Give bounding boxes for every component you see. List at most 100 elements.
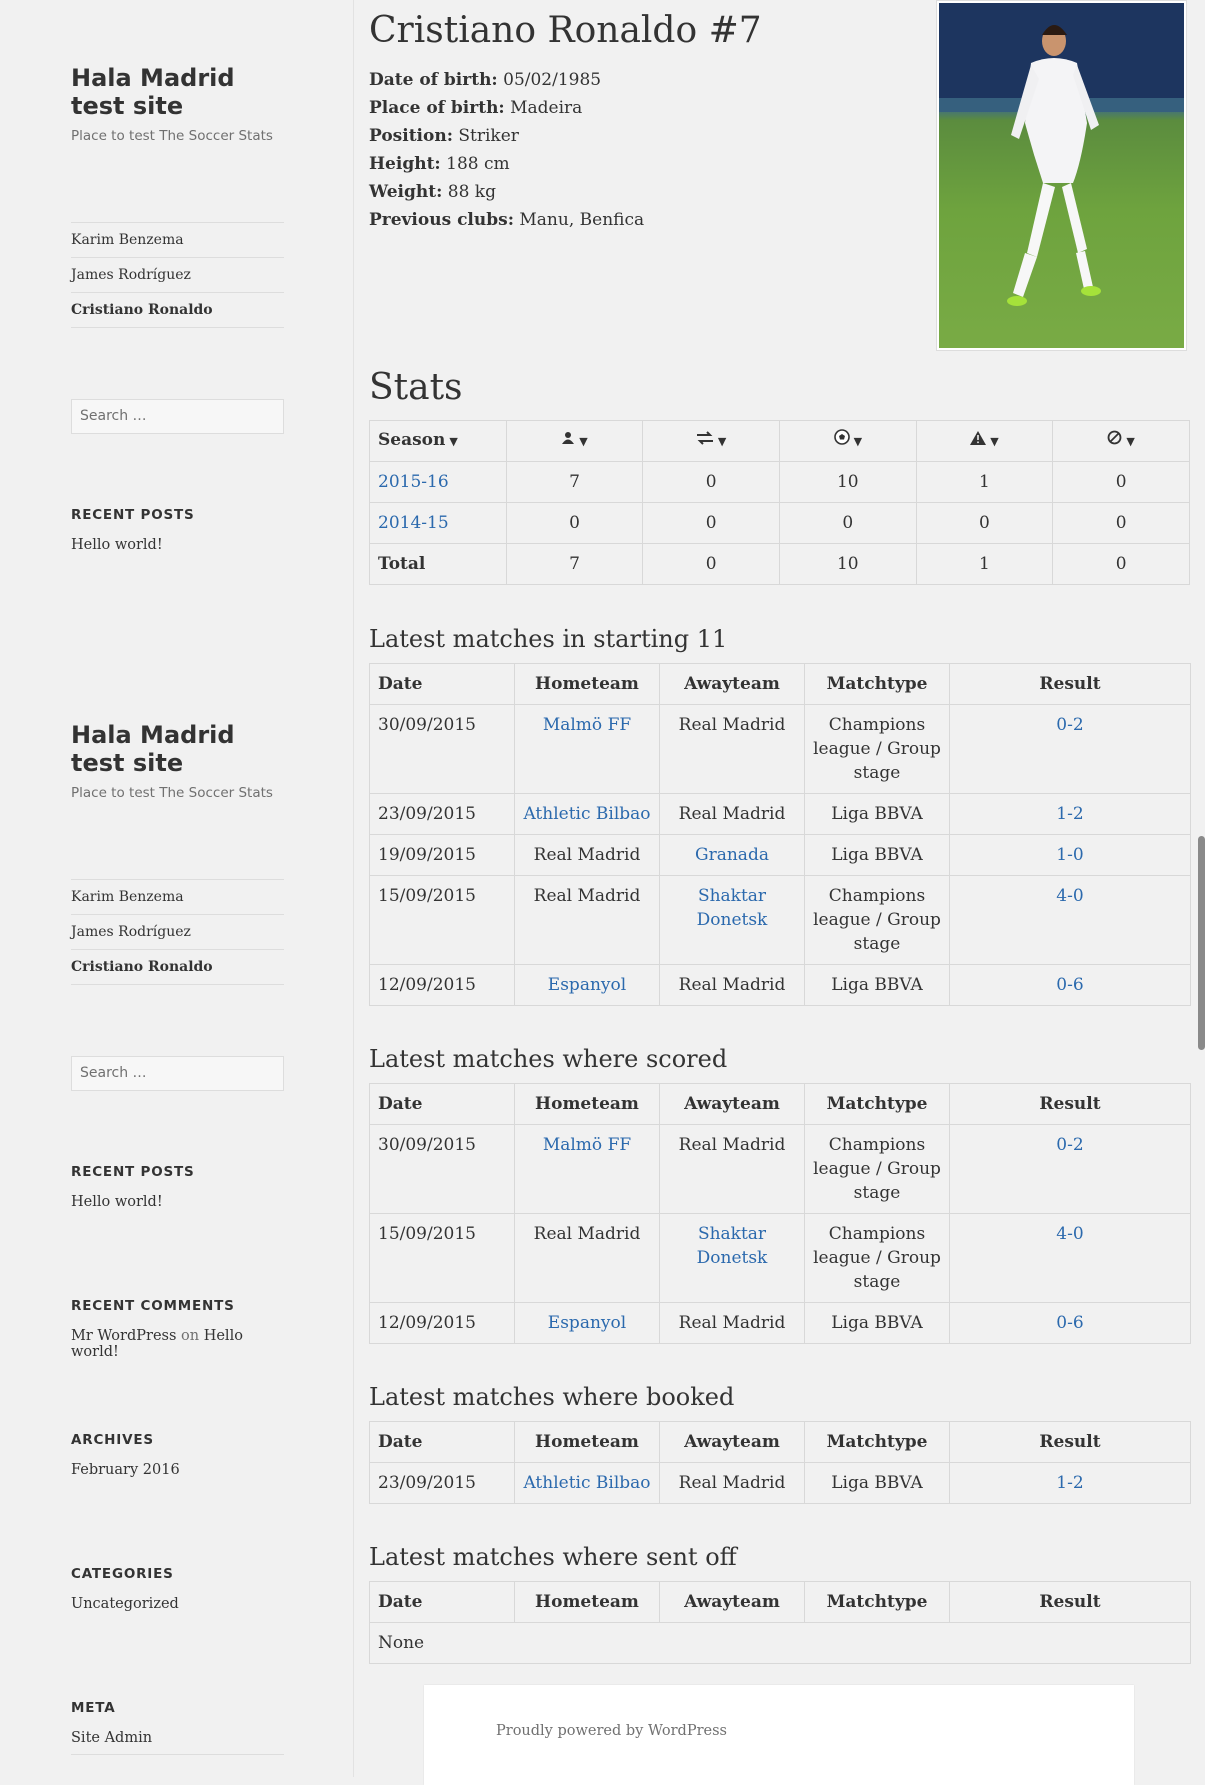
widget-title: META	[71, 1700, 116, 1716]
matchtype-cell: Champions league / Group stage	[804, 1124, 950, 1214]
result-link[interactable]: 1-2	[1056, 1473, 1083, 1493]
nav-item-karim-benzema[interactable]: Karim Benzema	[71, 880, 284, 915]
site-title[interactable]: Hala Madrid test site	[71, 721, 284, 777]
bookings-header[interactable]: ▼	[915, 420, 1054, 462]
match-row: 23/09/2015 Athletic Bilbao Real Madrid Liga…	[369, 793, 1191, 835]
awayteam-text: Real Madrid	[678, 715, 786, 735]
hometeam-cell[interactable]: Espanyol	[514, 1302, 660, 1344]
hometeam-header: Hometeam	[514, 1421, 660, 1463]
date-text: 19/09/2015	[378, 845, 476, 865]
result-cell[interactable]: 0-6	[949, 964, 1191, 1006]
date-text: 12/09/2015	[378, 975, 476, 995]
hometeam-link[interactable]: Espanyol	[548, 975, 626, 995]
hometeam-cell[interactable]: Malmö FF	[514, 704, 660, 794]
result-cell[interactable]: 0-2	[949, 704, 1191, 794]
result-cell[interactable]: 0-6	[949, 1302, 1191, 1344]
match-row: 15/09/2015 Real Madrid Shaktar Donetsk Cham…	[369, 875, 1191, 965]
result-cell[interactable]: 0-2	[949, 1124, 1191, 1214]
search-input[interactable]: Search …	[71, 1056, 284, 1091]
stat-value: 10	[778, 461, 917, 503]
match-row: 30/09/2015 Malmö FF Real Madrid Champions l…	[369, 704, 1191, 794]
category-link[interactable]: Uncategorized	[71, 1596, 284, 1612]
exchange-icon	[696, 431, 713, 445]
recent-post-link[interactable]: Hello world!	[71, 537, 284, 553]
result-link[interactable]: 0-6	[1056, 1313, 1083, 1333]
nav-item-karim-benzema[interactable]: Karim Benzema	[71, 223, 284, 258]
hometeam-link[interactable]: Espanyol	[548, 1313, 626, 1333]
info-row: Previous clubs: Manu, Benfica	[369, 206, 644, 234]
hometeam-cell[interactable]: Malmö FF	[514, 1124, 660, 1214]
empty-text: None	[369, 1622, 1191, 1664]
nav-item-cristiano-ronaldo[interactable]: Cristiano Ronaldo	[71, 950, 284, 985]
archive-link[interactable]: February 2016	[71, 1462, 284, 1478]
matchtype-text: Champions league / Group stage	[813, 1224, 941, 1292]
nav-item-james-rodriguez[interactable]: James Rodríguez	[71, 915, 284, 950]
substitutions-header[interactable]: ▼	[642, 420, 780, 462]
recent-comment: Mr WordPress on Hello world!	[71, 1328, 284, 1360]
site-branding: Hala Madrid test site Place to test The …	[71, 64, 284, 144]
player-nav: Karim Benzema James Rodríguez Cristiano …	[71, 879, 284, 985]
scrollbar-thumb[interactable]	[1198, 836, 1205, 1050]
recent-post-link[interactable]: Hello world!	[71, 1194, 284, 1210]
awayteam-text: Real Madrid	[678, 1135, 786, 1155]
powered-by-link[interactable]: Proudly powered by WordPress	[496, 1723, 727, 1739]
result-cell[interactable]: 1-2	[949, 1462, 1191, 1504]
season-cell[interactable]: 2014-15	[369, 502, 507, 544]
result-link[interactable]: 4-0	[1056, 1224, 1083, 1244]
result-link[interactable]: 0-2	[1056, 715, 1083, 735]
result-link[interactable]: 1-2	[1056, 804, 1083, 824]
result-link[interactable]: 1-0	[1056, 845, 1083, 865]
result-link[interactable]: 4-0	[1056, 886, 1083, 906]
season-header[interactable]: Season ▼	[369, 420, 507, 462]
hometeam-link[interactable]: Athletic Bilbao	[523, 804, 650, 824]
comment-author-link[interactable]: Mr WordPress	[71, 1328, 176, 1344]
search-input[interactable]: Search …	[71, 399, 284, 434]
stat-value: 0	[642, 543, 780, 585]
nav-item-cristiano-ronaldo[interactable]: Cristiano Ronaldo	[71, 293, 284, 328]
stat-value: 0	[915, 502, 1054, 544]
season-cell[interactable]: 2015-16	[369, 461, 507, 503]
result-cell[interactable]: 1-0	[949, 834, 1191, 876]
stat-value: 0	[1052, 461, 1190, 503]
awayteam-cell[interactable]: Shaktar Donetsk	[659, 1213, 805, 1303]
date-cell: 19/09/2015	[369, 834, 515, 876]
red-cards-header[interactable]: ▼	[1052, 420, 1190, 462]
awayteam-header: Awayteam	[659, 663, 805, 705]
site-title[interactable]: Hala Madrid test site	[71, 64, 284, 120]
matchtype-cell: Liga BBVA	[804, 964, 950, 1006]
search-widget: Search …	[71, 1056, 284, 1091]
awayteam-cell[interactable]: Shaktar Donetsk	[659, 875, 805, 965]
result-cell[interactable]: 1-2	[949, 793, 1191, 835]
date-cell: 23/09/2015	[369, 793, 515, 835]
stat-value: 0	[505, 502, 644, 544]
season-link[interactable]: 2015-16	[378, 472, 449, 492]
info-row: Date of birth: 05/02/1985	[369, 66, 644, 94]
site-branding: Hala Madrid test site Place to test The …	[71, 721, 284, 801]
site-admin-link[interactable]: Site Admin	[71, 1730, 284, 1755]
result-cell[interactable]: 4-0	[949, 1213, 1191, 1303]
hometeam-cell[interactable]: Athletic Bilbao	[514, 1462, 660, 1504]
result-cell[interactable]: 4-0	[949, 875, 1191, 965]
hometeam-link[interactable]: Malmö FF	[543, 1135, 631, 1155]
hometeam-link[interactable]: Malmö FF	[543, 715, 631, 735]
season-link[interactable]: 2014-15	[378, 513, 449, 533]
hometeam-cell[interactable]: Athletic Bilbao	[514, 793, 660, 835]
archives-widget: ARCHIVES February 2016	[71, 1432, 284, 1478]
matchtype-text: Champions league / Group stage	[813, 1135, 941, 1203]
hometeam-link[interactable]: Athletic Bilbao	[523, 1473, 650, 1493]
result-header: Result	[949, 663, 1191, 705]
awayteam-link[interactable]: Shaktar Donetsk	[697, 1224, 768, 1268]
stats-row: Total 7 0 10 1 0	[369, 543, 1190, 585]
awayteam-link[interactable]: Shaktar Donetsk	[697, 886, 768, 930]
result-link[interactable]: 0-6	[1056, 975, 1083, 995]
matches-header-row: Date Hometeam Awayteam Matchtype Result	[369, 1421, 1191, 1463]
awayteam-cell[interactable]: Granada	[659, 834, 805, 876]
date-text: 15/09/2015	[378, 886, 476, 906]
result-link[interactable]: 0-2	[1056, 1135, 1083, 1155]
goals-header[interactable]: ▼	[778, 420, 917, 462]
awayteam-cell: Real Madrid	[659, 1462, 805, 1504]
awayteam-link[interactable]: Granada	[695, 845, 769, 865]
hometeam-cell[interactable]: Espanyol	[514, 964, 660, 1006]
nav-item-james-rodriguez[interactable]: James Rodríguez	[71, 258, 284, 293]
appearances-header[interactable]: ▼	[505, 420, 644, 462]
